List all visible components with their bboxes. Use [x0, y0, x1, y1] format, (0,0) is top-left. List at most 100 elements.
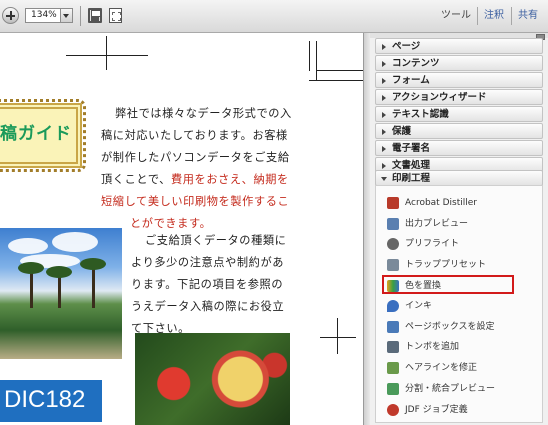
tool-preflight[interactable]: プリフライト [384, 235, 514, 254]
chevron-right-icon [382, 95, 386, 101]
crop-mark [320, 337, 356, 338]
comment-tab[interactable]: 注釈 [484, 9, 504, 23]
trap-preset-icon [387, 259, 399, 271]
section-label: コンテンツ [392, 58, 440, 69]
section-content[interactable]: コンテンツ [375, 55, 543, 71]
share-tab[interactable]: 共有 [518, 9, 538, 23]
tool-label: Acrobat Distiller [405, 198, 477, 208]
crop-mark [316, 70, 363, 71]
jdf-icon [387, 404, 399, 416]
tool-label: インキ [405, 301, 433, 311]
beach-photo [0, 228, 122, 359]
tool-label: ページボックスを設定 [405, 322, 495, 332]
section-label: 印刷工程 [392, 173, 431, 184]
tool-flattener-preview[interactable]: 分割・統合プレビュー [384, 380, 514, 399]
tool-trap-presets[interactable]: トラッププリセット [384, 256, 514, 275]
body-text-line: ります。下記の項目を参照の [131, 278, 284, 291]
tool-set-page-boxes[interactable]: ページボックスを設定 [384, 318, 514, 337]
toolbar: 134% ツール 注釈 共有 [0, 0, 548, 33]
section-pages[interactable]: ページ [375, 38, 543, 54]
rose-photo [135, 333, 290, 425]
palm-trunk [30, 268, 33, 308]
toolbar-divider [477, 7, 478, 25]
tools-panel: ページ コンテンツ フォーム アクションウィザード テキスト認識 保護 電子署名… [370, 33, 548, 425]
tools-tab[interactable]: ツール [441, 9, 471, 23]
tool-ink-manager[interactable]: インキ [384, 297, 514, 316]
chevron-right-icon [382, 44, 386, 50]
palm-leaves [46, 266, 72, 278]
palm-trunk [92, 264, 95, 308]
highlight-text-line: 短縮して美しい印刷物を製作するこ [101, 195, 290, 208]
tool-replace-colors[interactable]: 色を置換 [382, 275, 514, 294]
body-text-line: より多少の注意点や制約があ [131, 256, 285, 269]
tool-label: プリフライト [405, 239, 460, 249]
tool-label: 分割・統合プレビュー [405, 384, 496, 394]
tool-add-printer-marks[interactable]: トンボを追加 [384, 338, 514, 357]
fit-page-icon[interactable] [109, 8, 122, 23]
body-text-line: 稿に対応いたしております。お客様 [101, 129, 288, 142]
save-icon[interactable] [88, 8, 102, 23]
preflight-icon [387, 238, 399, 250]
cloud [52, 232, 98, 252]
zoom-input[interactable]: 134% [25, 8, 61, 23]
palm-leaves [18, 262, 44, 274]
crop-mark [309, 41, 310, 71]
section-sign[interactable]: 電子署名 [375, 140, 543, 156]
color-code-label: DIC182 [4, 386, 86, 413]
section-label: アクションウィザード [392, 92, 487, 103]
highlight-text: 費用をおさえ、納期を [170, 173, 289, 186]
section-forms[interactable]: フォーム [375, 72, 543, 88]
tool-label: JDF ジョブ定義 [405, 405, 468, 415]
document-scroll-edge [363, 33, 370, 425]
section-action-wizard[interactable]: アクションウィザード [375, 89, 543, 105]
page-title: 稿ガイド [0, 124, 72, 144]
palm-leaves [80, 258, 106, 270]
chevron-down-icon [381, 177, 387, 181]
ink-icon [387, 300, 399, 312]
crop-mark [309, 80, 363, 81]
chevron-right-icon [382, 78, 386, 84]
crop-mark [106, 36, 107, 70]
section-text-recognition[interactable]: テキスト認識 [375, 106, 543, 122]
tool-label: トンボを追加 [405, 342, 460, 352]
tool-fix-hairlines[interactable]: ヘアラインを修正 [384, 359, 514, 378]
toolbar-divider [80, 6, 81, 26]
chevron-right-icon [382, 112, 386, 118]
tool-output-preview[interactable]: 出力プレビュー [384, 215, 514, 234]
crop-mark [337, 318, 338, 354]
cloud [8, 238, 48, 254]
section-label: 保護 [392, 126, 412, 137]
tool-label: ヘアラインを修正 [405, 363, 478, 373]
section-label: テキスト認識 [392, 109, 449, 120]
tool-acrobat-distiller[interactable]: Acrobat Distiller [384, 194, 514, 213]
body-text-line: うえデータ入稿の際にお役立 [131, 300, 285, 313]
distiller-icon [387, 197, 399, 209]
hairline-icon [387, 362, 399, 374]
zoom-dropdown-chevron-icon[interactable] [61, 8, 73, 23]
tool-label: 色を置換 [405, 281, 442, 291]
chevron-right-icon [382, 61, 386, 67]
section-print-production[interactable]: 印刷工程 [375, 170, 543, 186]
body-text-line: 頂くことで、費用をおさえ、納期を [101, 169, 289, 191]
chevron-right-icon [382, 163, 386, 169]
body-text-line: が制作したパソコンデータをご支給 [101, 151, 290, 164]
chevron-right-icon [382, 129, 386, 135]
toolbar-divider [511, 7, 512, 25]
flatten-preview-icon [387, 383, 399, 395]
output-preview-icon [387, 218, 399, 230]
tool-label: 出力プレビュー [405, 219, 469, 229]
create-plus-icon[interactable] [2, 7, 19, 24]
crop-mark [316, 41, 317, 81]
crop-marks-icon [387, 341, 399, 353]
crop-mark [66, 55, 148, 56]
section-protection[interactable]: 保護 [375, 123, 543, 139]
body-text-line: 弊社では様々なデータ形式での入 [115, 107, 292, 120]
body-text-segment: 頂くことで、 [101, 173, 171, 186]
section-label: ページ [392, 41, 421, 52]
section-label: フォーム [392, 75, 430, 86]
section-label: 電子署名 [392, 143, 431, 154]
print-production-tools: Acrobat Distiller 出力プレビュー プリフライト トラッププリセ… [375, 185, 543, 423]
tool-jdf-job-definitions[interactable]: JDF ジョブ定義 [384, 401, 514, 420]
chevron-right-icon [382, 146, 386, 152]
page-box-icon [387, 321, 399, 333]
